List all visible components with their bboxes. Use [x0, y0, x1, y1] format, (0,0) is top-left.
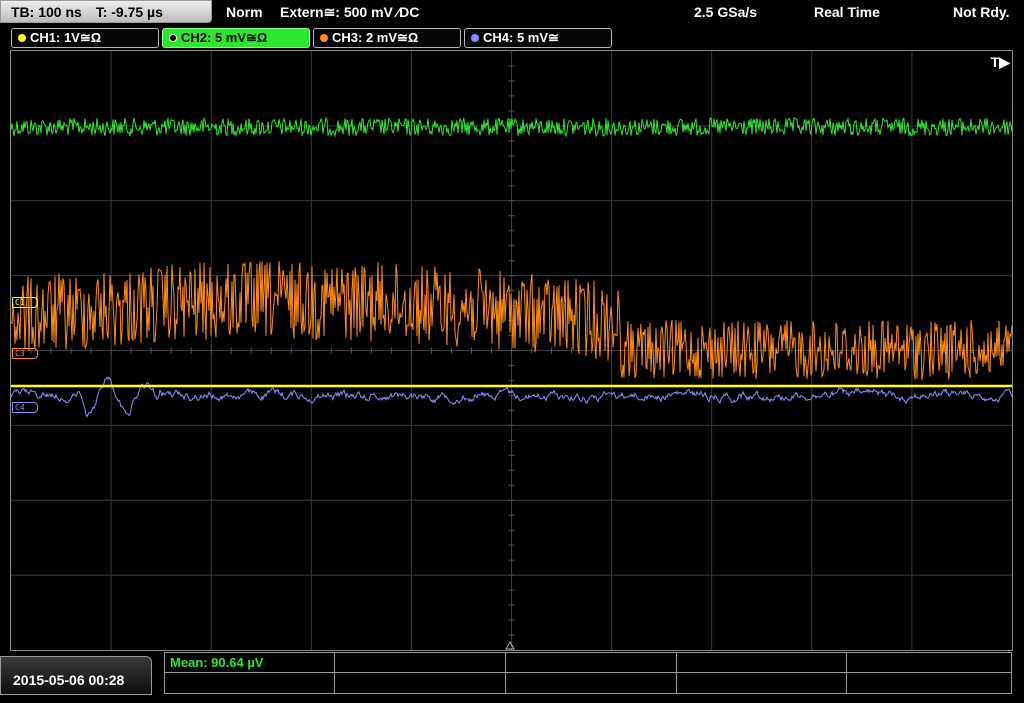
measurement-panel: Mean: 90.64 µV	[164, 652, 1012, 694]
waveform-canvas	[10, 50, 1013, 650]
channel-3-level-marker[interactable]: C3	[12, 348, 38, 359]
measurement-cell	[506, 653, 677, 673]
channel-4-level-marker[interactable]: C4	[12, 402, 38, 413]
measurement-cell	[677, 653, 847, 673]
measurement-cell: Mean: 90.64 µV	[165, 653, 335, 673]
measurement-cell	[335, 653, 506, 673]
measurement-cell	[677, 673, 847, 694]
channel-1-level-marker[interactable]: C1	[12, 297, 38, 308]
measurement-cell	[506, 673, 677, 694]
date-time: 2015-05-06 00:28	[0, 656, 152, 695]
trigger-indicator-icon: T▶	[990, 54, 1010, 70]
measurement-cell	[165, 673, 335, 694]
trigger-position-icon	[505, 640, 515, 650]
measurement-cell	[335, 673, 506, 694]
mean-measurement: Mean: 90.64 µV	[170, 655, 264, 670]
measurement-cell	[847, 653, 1011, 673]
